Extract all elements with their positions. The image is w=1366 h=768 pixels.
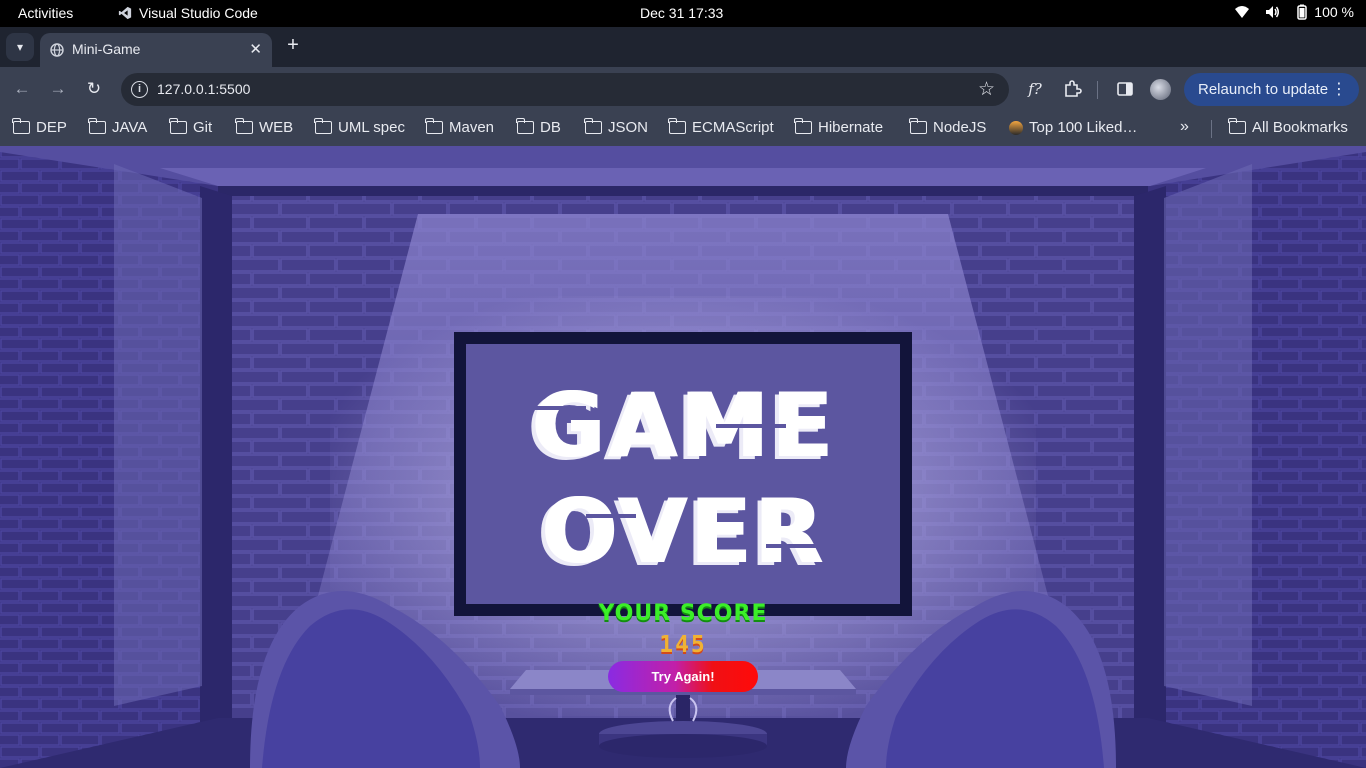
game-over-title-line-2: OVER <box>540 480 826 583</box>
your-score-label: YOUR SCORE <box>598 601 768 626</box>
clock[interactable]: Dec 31 17:33 <box>640 5 723 21</box>
relaunch-to-update-button[interactable]: Relaunch to update ⋮ <box>1184 73 1359 106</box>
back-button[interactable]: ← <box>11 78 33 100</box>
system-top-bar: Activities Visual Studio Code Dec 31 17:… <box>0 0 1366 27</box>
star-icon[interactable]: ☆ <box>978 78 995 101</box>
system-tray[interactable]: 100 % <box>1234 4 1354 20</box>
folder-icon <box>1228 118 1246 134</box>
more-bookmarks-chevron-icon[interactable]: » <box>1180 118 1189 136</box>
forward-button[interactable]: → <box>47 78 69 100</box>
tv-display: GAME OVER <box>466 344 900 604</box>
bookmark-folder[interactable]: UML spec <box>314 118 405 136</box>
globe-icon <box>50 43 64 57</box>
bookmark-folder[interactable]: DEP <box>12 118 67 136</box>
glitch-stripe <box>716 424 786 428</box>
bookmark-label: JAVA <box>112 119 148 136</box>
bookmark-label: JSON <box>608 119 649 136</box>
bookmark-label: DEP <box>36 119 67 136</box>
font-extension-icon[interactable]: f? <box>1025 79 1045 99</box>
folder-icon <box>314 118 332 134</box>
glitch-stripe <box>586 514 636 518</box>
chevron-down-icon: ▾ <box>16 40 24 54</box>
bookmark-folder[interactable]: NodeJS <box>909 118 987 136</box>
game-viewport: GAME OVER YOUR SCORE 145 Try Again! <box>0 146 1366 768</box>
address-bar[interactable]: i 127.0.0.1:5500 ☆ <box>121 73 1009 106</box>
tv-screen: GAME OVER <box>454 332 912 616</box>
tab-mini-game[interactable]: Mini-Game ✕ <box>40 33 272 67</box>
bookmark-folder[interactable]: Git <box>169 118 213 136</box>
site-favicon-icon <box>1009 120 1023 135</box>
info-icon[interactable]: i <box>131 81 148 98</box>
folder-icon <box>516 118 534 134</box>
bookmark-folder[interactable]: JAVA <box>88 118 148 136</box>
bookmark-label: WEB <box>259 119 294 136</box>
puzzle-icon[interactable] <box>1062 79 1082 99</box>
folder-icon <box>88 118 106 134</box>
arrow-right-icon: → <box>49 79 67 98</box>
folder-icon <box>794 118 812 134</box>
tab-strip: ▾ Mini-Game ✕ + <box>0 27 1366 67</box>
all-bookmarks-button[interactable]: All Bookmarks <box>1228 118 1348 136</box>
tab-search-button[interactable]: ▾ <box>6 33 34 61</box>
bookmark-folder[interactable]: ECMAScript <box>668 118 774 136</box>
folder-icon <box>169 118 187 134</box>
wifi-icon <box>1235 6 1250 18</box>
try-again-button[interactable]: Try Again! <box>608 661 758 692</box>
battery-percent: 100 % <box>1314 4 1354 20</box>
app-name: Visual Studio Code <box>139 5 258 21</box>
new-tab-button[interactable]: + <box>282 35 304 57</box>
bookmark-link[interactable]: Top 100 Liked… <box>1009 119 1137 136</box>
bookmark-label: All Bookmarks <box>1252 119 1348 136</box>
close-tab-icon[interactable]: ✕ <box>249 40 262 58</box>
bookmark-folder[interactable]: JSON <box>584 118 649 136</box>
arrow-left-icon: ← <box>13 79 31 98</box>
bookmark-folder[interactable]: Maven <box>425 118 495 136</box>
toolbar-separator <box>1097 81 1098 99</box>
tab-title: Mini-Game <box>72 41 141 57</box>
kebab-menu-icon: ⋮ <box>1331 81 1347 98</box>
bookmark-label: UML spec <box>338 119 405 136</box>
profile-avatar[interactable] <box>1150 79 1171 100</box>
bookmark-label: Top 100 Liked… <box>1029 119 1138 136</box>
bookmark-label: DB <box>540 119 561 136</box>
bookmarks-separator <box>1211 120 1212 138</box>
bookmark-label: Maven <box>449 119 495 136</box>
score-value: 145 <box>659 632 707 658</box>
folder-icon <box>235 118 253 134</box>
game-over-title-line-1: GAME <box>530 374 836 477</box>
glitch-stripe <box>766 544 826 548</box>
battery-icon <box>1297 4 1308 20</box>
bookmarks-bar: DEP JAVA Git WEB UML spec Maven DB JSON … <box>0 112 1366 146</box>
bookmark-folder[interactable]: Hibernate <box>794 118 884 136</box>
folder-icon <box>584 118 602 134</box>
browser-toolbar: ← → ↻ i 127.0.0.1:5500 ☆ f? Relaunch to … <box>0 67 1366 112</box>
bookmark-folder[interactable]: WEB <box>235 118 294 136</box>
activities-button[interactable]: Activities <box>18 5 73 21</box>
bookmark-label: ECMAScript <box>692 119 774 136</box>
bookmark-label: Git <box>193 119 213 136</box>
vscode-icon <box>118 6 132 20</box>
bookmark-folder[interactable]: DB <box>516 118 561 136</box>
volume-icon <box>1266 6 1280 18</box>
reload-button[interactable]: ↻ <box>83 78 105 100</box>
folder-icon <box>668 118 686 134</box>
side-panel-icon[interactable] <box>1115 79 1135 99</box>
folder-icon <box>425 118 443 134</box>
url-text[interactable]: 127.0.0.1:5500 <box>157 81 250 97</box>
folder-icon <box>12 118 30 134</box>
reload-icon: ↻ <box>86 79 102 98</box>
bookmark-label: NodeJS <box>933 119 987 136</box>
glitch-stripe <box>526 406 586 410</box>
folder-icon <box>909 118 927 134</box>
app-menu[interactable]: Visual Studio Code <box>118 5 258 21</box>
bookmark-label: Hibernate <box>818 119 884 136</box>
relaunch-label: Relaunch to update <box>1198 81 1329 98</box>
